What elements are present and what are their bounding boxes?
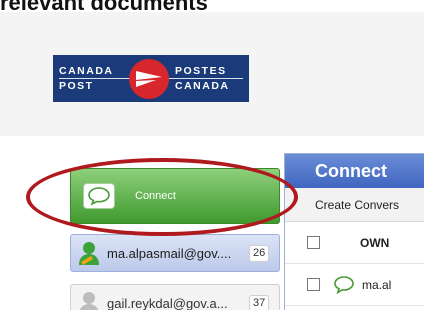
connect-panel: Connect Create Convers OWN ma.al bbox=[284, 153, 424, 310]
sidebar-item-label: gail.reykdal@gov.a... bbox=[107, 295, 228, 310]
sidebar-item-user[interactable]: gail.reykdal@gov.a... 37 bbox=[70, 284, 280, 310]
logo-word-canada-fr: CANADA bbox=[175, 79, 230, 92]
count-badge: 37 bbox=[249, 294, 270, 310]
sidebar-item-label: ma.alpasmail@gov.... bbox=[107, 245, 232, 261]
logo-mark-icon bbox=[129, 58, 169, 99]
panel-title: Connect bbox=[285, 154, 424, 188]
create-conversation-button[interactable]: Create Convers bbox=[285, 188, 424, 222]
canada-post-logo: CANADA POST POSTES CANADA bbox=[53, 55, 249, 102]
sidebar-item-user[interactable]: ma.alpasmail@gov.... 26 bbox=[70, 234, 280, 272]
logo-word-post: POST bbox=[59, 79, 94, 92]
column-header-owner[interactable]: OWN bbox=[360, 236, 389, 250]
table-row[interactable]: ma.al bbox=[285, 264, 424, 306]
speech-bubble-icon bbox=[83, 183, 115, 209]
row-owner-text: ma.al bbox=[362, 277, 392, 292]
user-avatar-icon bbox=[77, 240, 101, 266]
select-all-checkbox[interactable] bbox=[307, 236, 320, 249]
row-checkbox[interactable] bbox=[307, 278, 320, 291]
logo-word-canada: CANADA bbox=[59, 64, 114, 77]
header-banner: CANADA POST POSTES CANADA bbox=[0, 12, 424, 136]
user-avatar-icon bbox=[77, 290, 101, 310]
speech-bubble-icon bbox=[334, 275, 354, 294]
sidebar-item-label: Connect bbox=[135, 190, 176, 202]
sidebar-item-connect[interactable]: Connect bbox=[70, 168, 280, 224]
sidebar: Connect ma.alpasmail@gov.... 26 gail.rey… bbox=[0, 150, 290, 310]
table-header-row: OWN bbox=[285, 222, 424, 264]
logo-word-postes: POSTES bbox=[175, 64, 227, 77]
count-badge: 26 bbox=[249, 244, 270, 262]
